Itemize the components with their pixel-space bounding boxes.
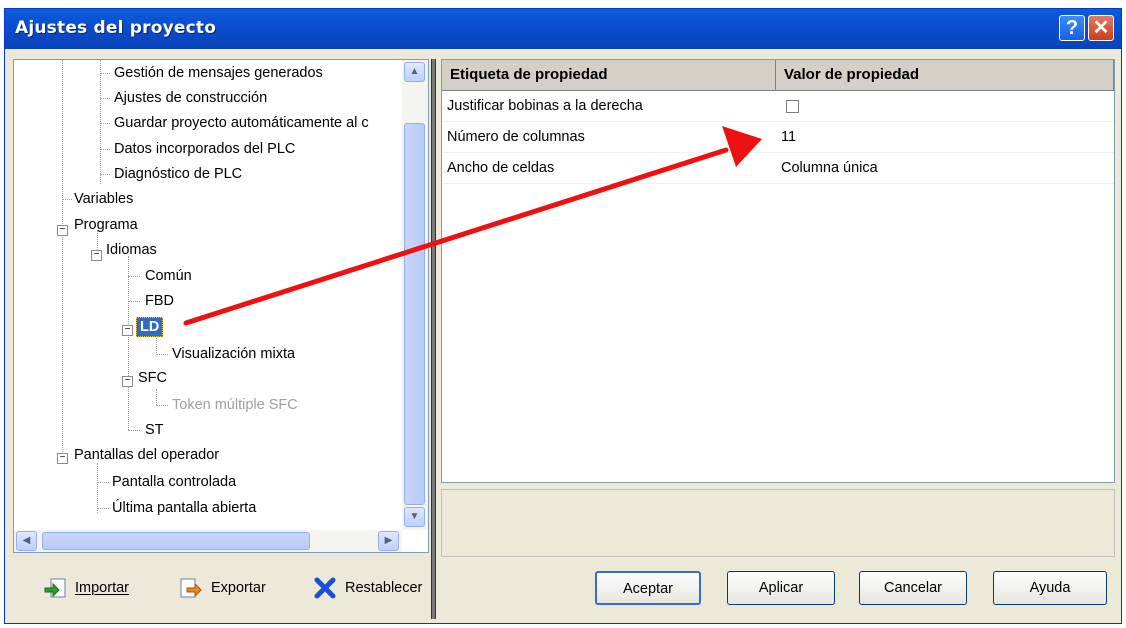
tree-connector — [100, 123, 110, 124]
horizontal-scroll-thumb[interactable] — [42, 532, 310, 550]
export-icon — [180, 578, 202, 598]
tree-item-datos-plc[interactable]: Datos incorporados del PLC — [114, 140, 295, 158]
window-title: Ajustes del proyecto — [15, 18, 217, 38]
collapse-programa-icon[interactable]: − — [57, 225, 68, 236]
reset-label: Restablecer — [345, 580, 423, 596]
property-description-pane — [441, 489, 1115, 557]
tree-connector — [62, 60, 63, 458]
help-title-button[interactable]: ? — [1059, 15, 1085, 41]
tree-item-guardar-proyecto[interactable]: Guardar proyecto automáticamente al c — [114, 114, 369, 132]
property-label: Justificar bobinas a la derecha — [442, 91, 776, 122]
tree-horizontal-scrollbar[interactable]: ◀ ▶ — [14, 530, 402, 552]
reset-x-icon — [314, 577, 336, 599]
collapse-ld-icon[interactable]: − — [122, 325, 133, 336]
tree-item-pantalla-controlada[interactable]: Pantalla controlada — [112, 473, 236, 491]
tree-connector — [156, 405, 168, 406]
scroll-left-icon[interactable]: ◀ — [16, 531, 37, 551]
tree-connector — [100, 73, 110, 74]
tree-item-st[interactable]: ST — [145, 421, 164, 439]
tree-connector — [97, 463, 98, 513]
import-icon — [44, 578, 66, 598]
tree-item-ultima-pantalla[interactable]: Última pantalla abierta — [112, 499, 256, 517]
tree-connector — [156, 338, 157, 355]
tree-connector — [97, 508, 109, 509]
justify-coils-checkbox[interactable] — [786, 100, 799, 113]
title-bar: Ajustes del proyecto ? ✕ — [5, 9, 1121, 49]
property-label: Ancho de celdas — [442, 153, 776, 184]
tree-connector — [100, 174, 110, 175]
tree-connector — [128, 276, 140, 277]
collapse-idiomas-icon[interactable]: − — [91, 250, 102, 261]
tree-connector — [128, 256, 129, 430]
scroll-right-icon[interactable]: ▶ — [378, 531, 399, 551]
tree-item-visualizacion-mixta[interactable]: Visualización mixta — [172, 345, 295, 363]
column-header-value[interactable]: Valor de propiedad — [776, 60, 1114, 91]
property-value-cell[interactable] — [776, 91, 1114, 122]
import-label: Importar — [75, 580, 129, 596]
tree-item-sfc[interactable]: SFC — [138, 369, 167, 387]
cell-width-value-field[interactable]: Columna única — [776, 153, 1114, 184]
tree-connector — [100, 60, 101, 184]
collapse-sfc-icon[interactable]: − — [122, 376, 133, 387]
panel-splitter[interactable] — [431, 59, 436, 619]
project-settings-dialog: Ajustes del proyecto ? ✕ − − − − − Gesti… — [4, 8, 1122, 624]
tree-item-pantallas-operador[interactable]: Pantallas del operador — [74, 446, 219, 464]
columns-value-field[interactable]: 11 — [776, 122, 1114, 153]
close-title-button[interactable]: ✕ — [1088, 15, 1114, 41]
property-grid: Etiqueta de propiedad Valor de propiedad… — [441, 59, 1115, 483]
tree-item-token-multiple-sfc: Token múltiple SFC — [172, 397, 298, 413]
tree-connector — [100, 98, 110, 99]
vertical-scroll-thumb[interactable] — [404, 123, 425, 505]
tree-connector — [100, 149, 110, 150]
tree-item-comun[interactable]: Común — [145, 267, 192, 285]
column-header-label[interactable]: Etiqueta de propiedad — [442, 60, 776, 91]
scroll-down-icon[interactable]: ▼ — [404, 507, 425, 527]
tree-item-idiomas[interactable]: Idiomas — [106, 241, 157, 259]
help-button[interactable]: Ayuda — [993, 571, 1107, 605]
export-button[interactable]: Exportar — [179, 575, 289, 601]
tree-item-gestion-mensajes[interactable]: Gestión de mensajes generados — [114, 64, 323, 82]
tree-connector — [62, 199, 72, 200]
tree-item-ajustes-construccion[interactable]: Ajustes de construcción — [114, 89, 267, 107]
tree-item-fbd[interactable]: FBD — [145, 292, 174, 310]
tree-item-diagnostico-plc[interactable]: Diagnóstico de PLC — [114, 165, 242, 183]
settings-tree[interactable]: − − − − − Gestión de mensajes generados … — [13, 59, 429, 553]
collapse-pantallas-icon[interactable]: − — [57, 453, 68, 464]
property-label: Número de columnas — [442, 122, 776, 153]
tree-connector — [156, 354, 168, 355]
export-label: Exportar — [211, 580, 266, 596]
tree-vertical-scrollbar[interactable]: ▲ ▼ — [402, 60, 428, 530]
cancel-button[interactable]: Cancelar — [859, 571, 967, 605]
tree-item-ld[interactable]: LD — [136, 317, 164, 337]
tree-connector — [156, 389, 157, 405]
reset-button[interactable]: Restablecer — [313, 575, 443, 601]
tree-item-programa[interactable]: Programa — [74, 216, 138, 234]
import-button[interactable]: Importar — [43, 575, 153, 601]
tree-connector — [128, 301, 140, 302]
apply-button[interactable]: Aplicar — [727, 571, 835, 605]
tree-connector — [128, 430, 140, 431]
accept-button[interactable]: Aceptar — [595, 571, 701, 605]
scroll-up-icon[interactable]: ▲ — [404, 62, 425, 82]
tree-item-variables[interactable]: Variables — [74, 190, 133, 208]
tree-connector — [97, 482, 109, 483]
